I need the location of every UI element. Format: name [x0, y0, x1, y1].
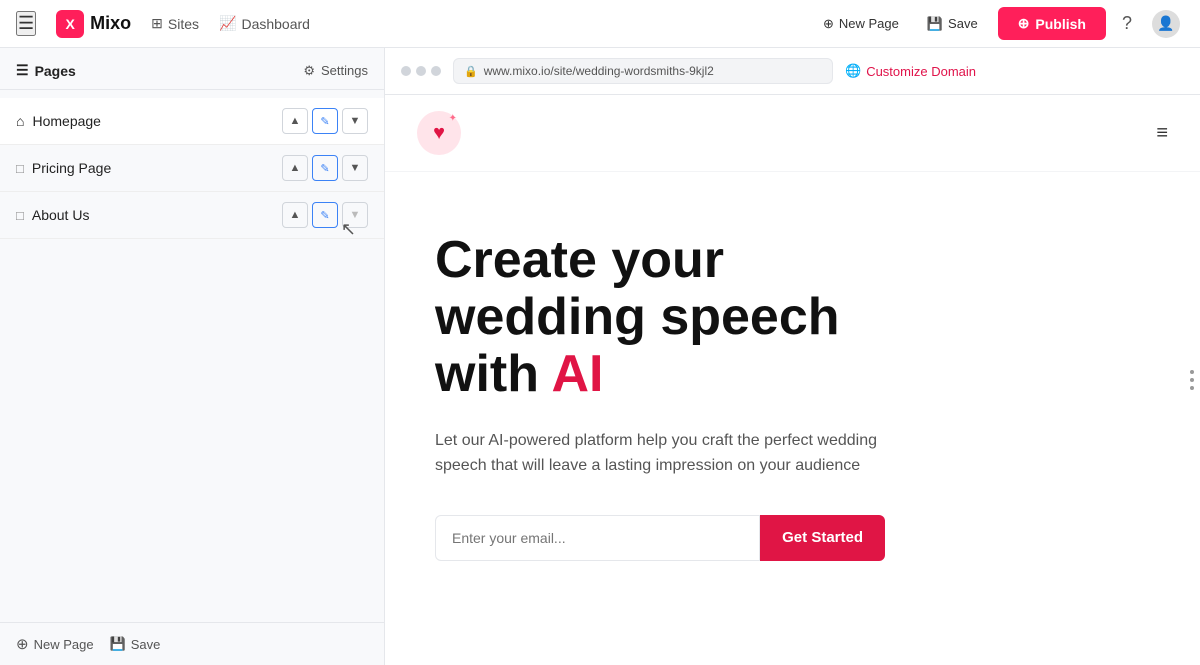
section-resize-handle[interactable] [1184, 362, 1200, 398]
pricing-chevron-up-button[interactable]: ▲ [282, 155, 308, 181]
save-footer-label: Save [131, 637, 161, 652]
settings-label: Settings [321, 63, 368, 78]
hero-section: Create your wedding speech with AI Let o… [385, 172, 1085, 601]
sites-nav-link[interactable]: ⊞ Sites [151, 15, 199, 32]
help-button[interactable]: ? [1118, 9, 1136, 38]
logo-text: Mixo [90, 13, 131, 34]
hamburger-menu-button[interactable]: ☰ [16, 11, 36, 36]
hero-heading-line3: with [435, 345, 552, 403]
pages-section-title: ☰ Pages [16, 62, 76, 79]
save-icon: 💾 [927, 16, 943, 32]
hero-heading-line2: wedding speech [435, 288, 840, 346]
url-text: www.mixo.io/site/wedding-wordsmiths-9kjl… [484, 64, 714, 78]
pages-icon: ☰ [16, 62, 29, 79]
homepage-icon: ⌂ [16, 113, 24, 129]
pricing-chevron-down-button[interactable]: ▼ [342, 155, 368, 181]
globe-icon: 🌐 [845, 63, 861, 79]
hero-heading: Create your wedding speech with AI [435, 232, 1035, 404]
publish-icon: ⊕ [1018, 15, 1030, 32]
nav-new-page-button[interactable]: ⊕ New Page [815, 12, 907, 36]
page-item-about[interactable]: □ About Us ▲ ✎ ▼ ↖ [0, 192, 384, 239]
homepage-chevron-down-button[interactable]: ▼ [342, 108, 368, 134]
pricing-edit-button[interactable]: ✎ [312, 155, 338, 181]
sidebar-header: ☰ Pages ⚙ Settings [0, 48, 384, 90]
top-navigation: ☰ X Mixo ⊞ Sites 📈 Dashboard ⊕ New Page … [0, 0, 1200, 48]
chart-icon: 📈 [219, 15, 236, 32]
about-page-icon: □ [16, 208, 24, 223]
sidebar: ☰ Pages ⚙ Settings ⌂ Homepage ▲ ✎ ▼ [0, 48, 385, 665]
dashboard-nav-link[interactable]: 📈 Dashboard [219, 15, 310, 32]
customize-domain-label: Customize Domain [866, 64, 976, 79]
user-avatar-button[interactable]: 👤 [1148, 6, 1184, 42]
help-icon: ? [1122, 13, 1132, 33]
browser-dots [401, 66, 441, 76]
plus-circle-icon: ⊕ [823, 16, 834, 32]
handle-dot-3 [1190, 386, 1194, 390]
hero-heading-ai: AI [552, 345, 604, 403]
handle-dot-1 [1190, 370, 1194, 374]
save-label: Save [948, 16, 978, 31]
website-preview: ♥ ✦ ≡ Create your wedding speech with AI… [385, 95, 1200, 665]
user-avatar-icon: 👤 [1152, 10, 1180, 38]
dashboard-label: Dashboard [241, 16, 310, 32]
preview-hamburger-icon: ≡ [1156, 122, 1168, 145]
plus-icon: ⊕ [16, 635, 29, 653]
pricing-actions: ▲ ✎ ▼ [282, 155, 368, 181]
nav-save-button[interactable]: 💾 Save [919, 12, 986, 36]
browser-dot-2 [416, 66, 426, 76]
save-footer-icon: 💾 [110, 636, 126, 652]
hero-email-row: Get Started [435, 515, 885, 561]
hero-subtext: Let our AI-powered platform help you cra… [435, 428, 885, 479]
homepage-actions: ▲ ✎ ▼ [282, 108, 368, 134]
hero-email-input[interactable] [435, 515, 760, 561]
preview-logo: ♥ ✦ [417, 111, 461, 155]
logo-icon: X [56, 10, 84, 38]
about-chevron-up-button[interactable]: ▲ [282, 202, 308, 228]
homepage-label: Homepage [32, 113, 101, 129]
new-page-footer-label: New Page [34, 637, 94, 652]
handle-dot-2 [1190, 378, 1194, 382]
pages-label: Pages [35, 63, 76, 79]
browser-dot-3 [431, 66, 441, 76]
sites-label: Sites [168, 16, 199, 32]
browser-dot-1 [401, 66, 411, 76]
preview-nav: ♥ ✦ ≡ [385, 95, 1200, 172]
sidebar-footer: ⊕ New Page 💾 Save [0, 622, 384, 665]
main-layout: ☰ Pages ⚙ Settings ⌂ Homepage ▲ ✎ ▼ [0, 48, 1200, 665]
customize-domain-button[interactable]: 🌐 Customize Domain [845, 63, 976, 79]
publish-button[interactable]: ⊕ Publish [998, 7, 1106, 40]
about-chevron-down-button[interactable]: ▼ [342, 202, 368, 228]
save-footer-button[interactable]: 💾 Save [110, 636, 161, 652]
sparkle-icon: ✦ [449, 113, 457, 124]
nav-left: ☰ X Mixo ⊞ Sites 📈 Dashboard [16, 10, 310, 38]
heart-icon: ♥ [433, 122, 445, 145]
pricing-page-icon: □ [16, 161, 24, 176]
page-item-homepage[interactable]: ⌂ Homepage ▲ ✎ ▼ [0, 98, 384, 145]
about-actions: ▲ ✎ ▼ [282, 202, 368, 228]
homepage-chevron-up-button[interactable]: ▲ [282, 108, 308, 134]
hero-cta-button[interactable]: Get Started [760, 515, 885, 561]
sites-icon: ⊞ [151, 15, 163, 32]
about-edit-button[interactable]: ✎ [312, 202, 338, 228]
browser-url-bar[interactable]: 🔒 www.mixo.io/site/wedding-wordsmiths-9k… [453, 58, 833, 84]
nav-right: ⊕ New Page 💾 Save ⊕ Publish ? 👤 [815, 6, 1184, 42]
add-new-page-button[interactable]: ⊕ New Page [16, 635, 94, 653]
lock-icon: 🔒 [464, 65, 478, 78]
homepage-edit-button[interactable]: ✎ [312, 108, 338, 134]
logo: X Mixo [56, 10, 131, 38]
hero-heading-line1: Create your [435, 231, 724, 289]
new-page-label: New Page [839, 16, 899, 31]
browser-bar: 🔒 www.mixo.io/site/wedding-wordsmiths-9k… [385, 48, 1200, 95]
pricing-page-label: Pricing Page [32, 160, 111, 176]
settings-icon: ⚙ [303, 63, 315, 79]
preview-area: 🔒 www.mixo.io/site/wedding-wordsmiths-9k… [385, 48, 1200, 665]
page-item-pricing[interactable]: □ Pricing Page ▲ ✎ ▼ [0, 145, 384, 192]
publish-label: Publish [1035, 16, 1086, 32]
about-page-label: About Us [32, 207, 90, 223]
pages-list: ⌂ Homepage ▲ ✎ ▼ □ Pricing Page ▲ ✎ [0, 90, 384, 622]
settings-button[interactable]: ⚙ Settings [303, 63, 368, 79]
